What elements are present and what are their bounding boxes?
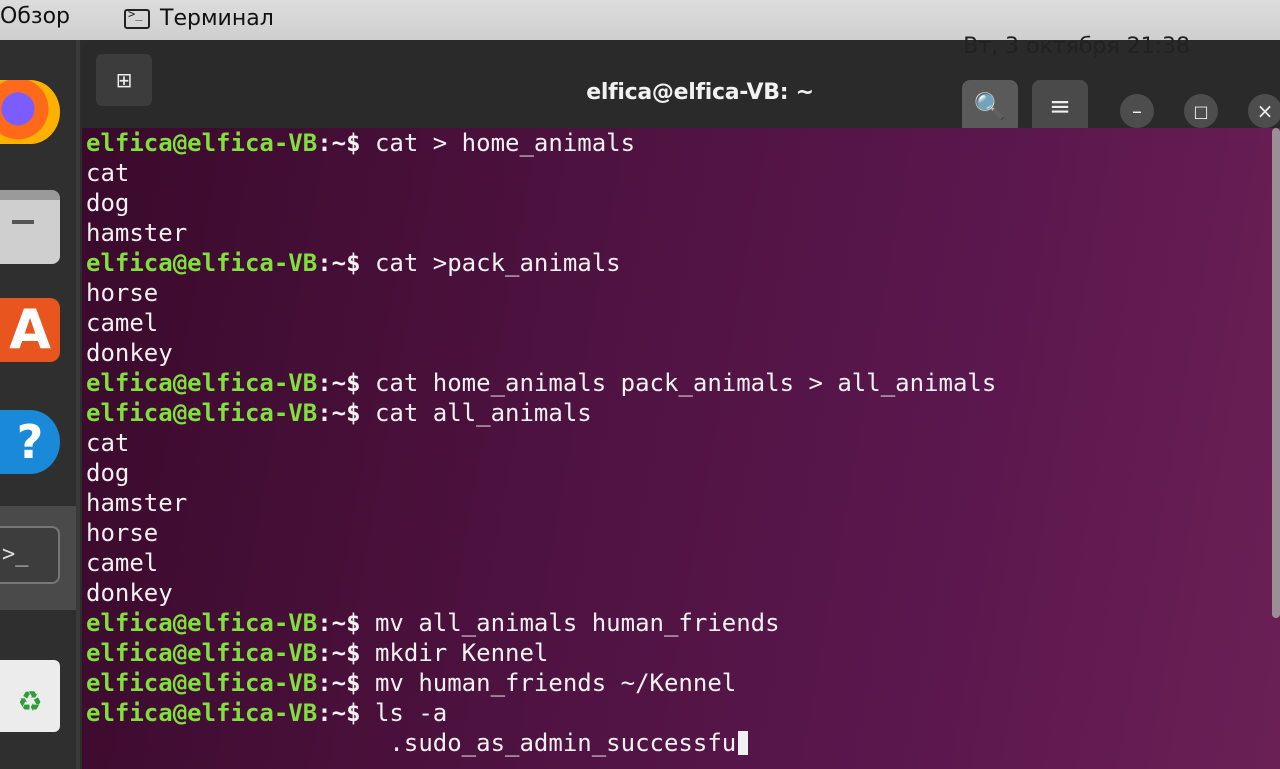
scrollbar[interactable] xyxy=(1272,128,1280,618)
terminal-command-line: elfica@elfica-VB:~$ cat >pack_animals xyxy=(86,248,1266,278)
terminal-command-line: elfica@elfica-VB:~$ mkdir Kennel xyxy=(86,638,1266,668)
command-text: mv all_animals human_friends xyxy=(374,609,780,637)
terminal-output-line: camel xyxy=(86,308,1266,338)
menu-button[interactable]: ≡ xyxy=(1032,80,1088,134)
prompt-path: :~$ xyxy=(317,699,375,727)
prompt-user: elfica@elfica-VB xyxy=(86,399,318,427)
prompt-user: elfica@elfica-VB xyxy=(86,699,318,727)
software-center-icon[interactable]: A xyxy=(0,298,60,362)
terminal-output-line: hamster xyxy=(86,218,1266,248)
prompt-path: :~$ xyxy=(317,639,375,667)
close-button[interactable]: × xyxy=(1248,94,1280,128)
output-text: camel xyxy=(86,549,159,577)
output-text: hamster xyxy=(86,489,188,517)
output-text: horse xyxy=(86,519,159,547)
desktop-screen: Обзор Терминал A ? >_ ♻ ⊞ elfica@elfica-… xyxy=(0,0,1280,769)
terminal-window: ⊞ elfica@elfica-VB: ~ 🔍 ≡ – □ × elfica@e… xyxy=(82,40,1280,769)
output-text: cat xyxy=(86,159,130,187)
search-icon: 🔍 xyxy=(973,92,1007,122)
minimize-button[interactable]: – xyxy=(1120,94,1154,128)
help-icon[interactable]: ? xyxy=(0,410,60,474)
prompt-path: :~$ xyxy=(317,369,375,397)
search-button[interactable]: 🔍 xyxy=(962,80,1018,134)
prompt-path: :~$ xyxy=(317,399,375,427)
output-text: horse xyxy=(86,279,159,307)
window-title: elfica@elfica-VB: ~ xyxy=(586,80,814,105)
firefox-icon[interactable] xyxy=(0,80,60,144)
output-text: dog xyxy=(86,459,130,487)
maximize-icon: □ xyxy=(1193,101,1209,121)
command-text: cat all_animals xyxy=(374,399,592,427)
terminal-command-line: elfica@elfica-VB:~$ mv all_animals human… xyxy=(86,608,1266,638)
prompt-user: elfica@elfica-VB xyxy=(86,129,318,157)
text-cursor xyxy=(738,731,749,755)
output-text: donkey xyxy=(86,579,173,607)
prompt-user: elfica@elfica-VB xyxy=(86,609,318,637)
terminal-icon xyxy=(124,7,150,29)
activities-button[interactable]: Обзор xyxy=(0,4,70,29)
terminal-output[interactable]: elfica@elfica-VB:~$ cat > home_animals ca… xyxy=(86,128,1266,758)
minimize-icon: – xyxy=(1132,99,1142,123)
prompt-path: :~$ xyxy=(317,669,375,697)
output-text: cat xyxy=(86,429,130,457)
active-app-indicator[interactable]: Терминал xyxy=(124,6,274,31)
command-text: mkdir Kennel xyxy=(374,639,549,667)
command-text: mv human_friends ~/Kennel xyxy=(374,669,737,697)
output-text: donkey xyxy=(86,339,173,367)
terminal-output-line: cat xyxy=(86,428,1266,458)
terminal-output-line: horse xyxy=(86,278,1266,308)
command-text: cat >pack_animals xyxy=(374,249,621,277)
maximize-button[interactable]: □ xyxy=(1184,94,1218,128)
terminal-body[interactable]: elfica@elfica-VB:~$ cat > home_animals ca… xyxy=(82,128,1280,769)
active-app-label: Терминал xyxy=(160,6,274,31)
terminal-output-line: cat xyxy=(86,158,1266,188)
prompt-user: elfica@elfica-VB xyxy=(86,249,318,277)
prompt-user: elfica@elfica-VB xyxy=(86,369,318,397)
output-text: .sudo_as_admin_successfu xyxy=(86,729,737,757)
output-text: dog xyxy=(86,189,130,217)
output-text: camel xyxy=(86,309,159,337)
terminal-output-line: donkey xyxy=(86,338,1266,368)
clock[interactable]: Вт, 3 октября 21:38 xyxy=(963,34,1190,59)
terminal-output-line: dog xyxy=(86,188,1266,218)
terminal-output-line: horse xyxy=(86,518,1266,548)
hamburger-icon: ≡ xyxy=(1049,92,1071,122)
prompt-user: elfica@elfica-VB xyxy=(86,639,318,667)
command-text: cat > home_animals xyxy=(374,129,636,157)
terminal-command-line: elfica@elfica-VB:~$ mv human_friends ~/K… xyxy=(86,668,1266,698)
command-text: cat home_animals pack_animals > all_anim… xyxy=(374,369,997,397)
prompt-user: elfica@elfica-VB xyxy=(86,669,318,697)
terminal-output-line: dog xyxy=(86,458,1266,488)
terminal-icon[interactable]: >_ xyxy=(0,526,60,584)
command-text: ls -a xyxy=(374,699,448,727)
terminal-command-line: elfica@elfica-VB:~$ cat > home_animals xyxy=(86,128,1266,158)
close-icon: × xyxy=(1256,99,1274,123)
dock: A ? >_ ♻ xyxy=(0,40,76,769)
trash-icon[interactable]: ♻ xyxy=(0,660,60,732)
files-icon[interactable] xyxy=(0,190,60,264)
output-text: hamster xyxy=(86,219,188,247)
terminal-output-line: camel xyxy=(86,548,1266,578)
prompt-path: :~$ xyxy=(317,609,375,637)
terminal-output-line: .sudo_as_admin_successfu xyxy=(86,728,1266,758)
prompt-path: :~$ xyxy=(317,129,375,157)
terminal-command-line: elfica@elfica-VB:~$ cat home_animals pac… xyxy=(86,368,1266,398)
terminal-command-line: elfica@elfica-VB:~$ cat all_animals xyxy=(86,398,1266,428)
prompt-path: :~$ xyxy=(317,249,375,277)
terminal-output-line: donkey xyxy=(86,578,1266,608)
terminal-output-line: hamster xyxy=(86,488,1266,518)
terminal-command-line: elfica@elfica-VB:~$ ls -a xyxy=(86,698,1266,728)
